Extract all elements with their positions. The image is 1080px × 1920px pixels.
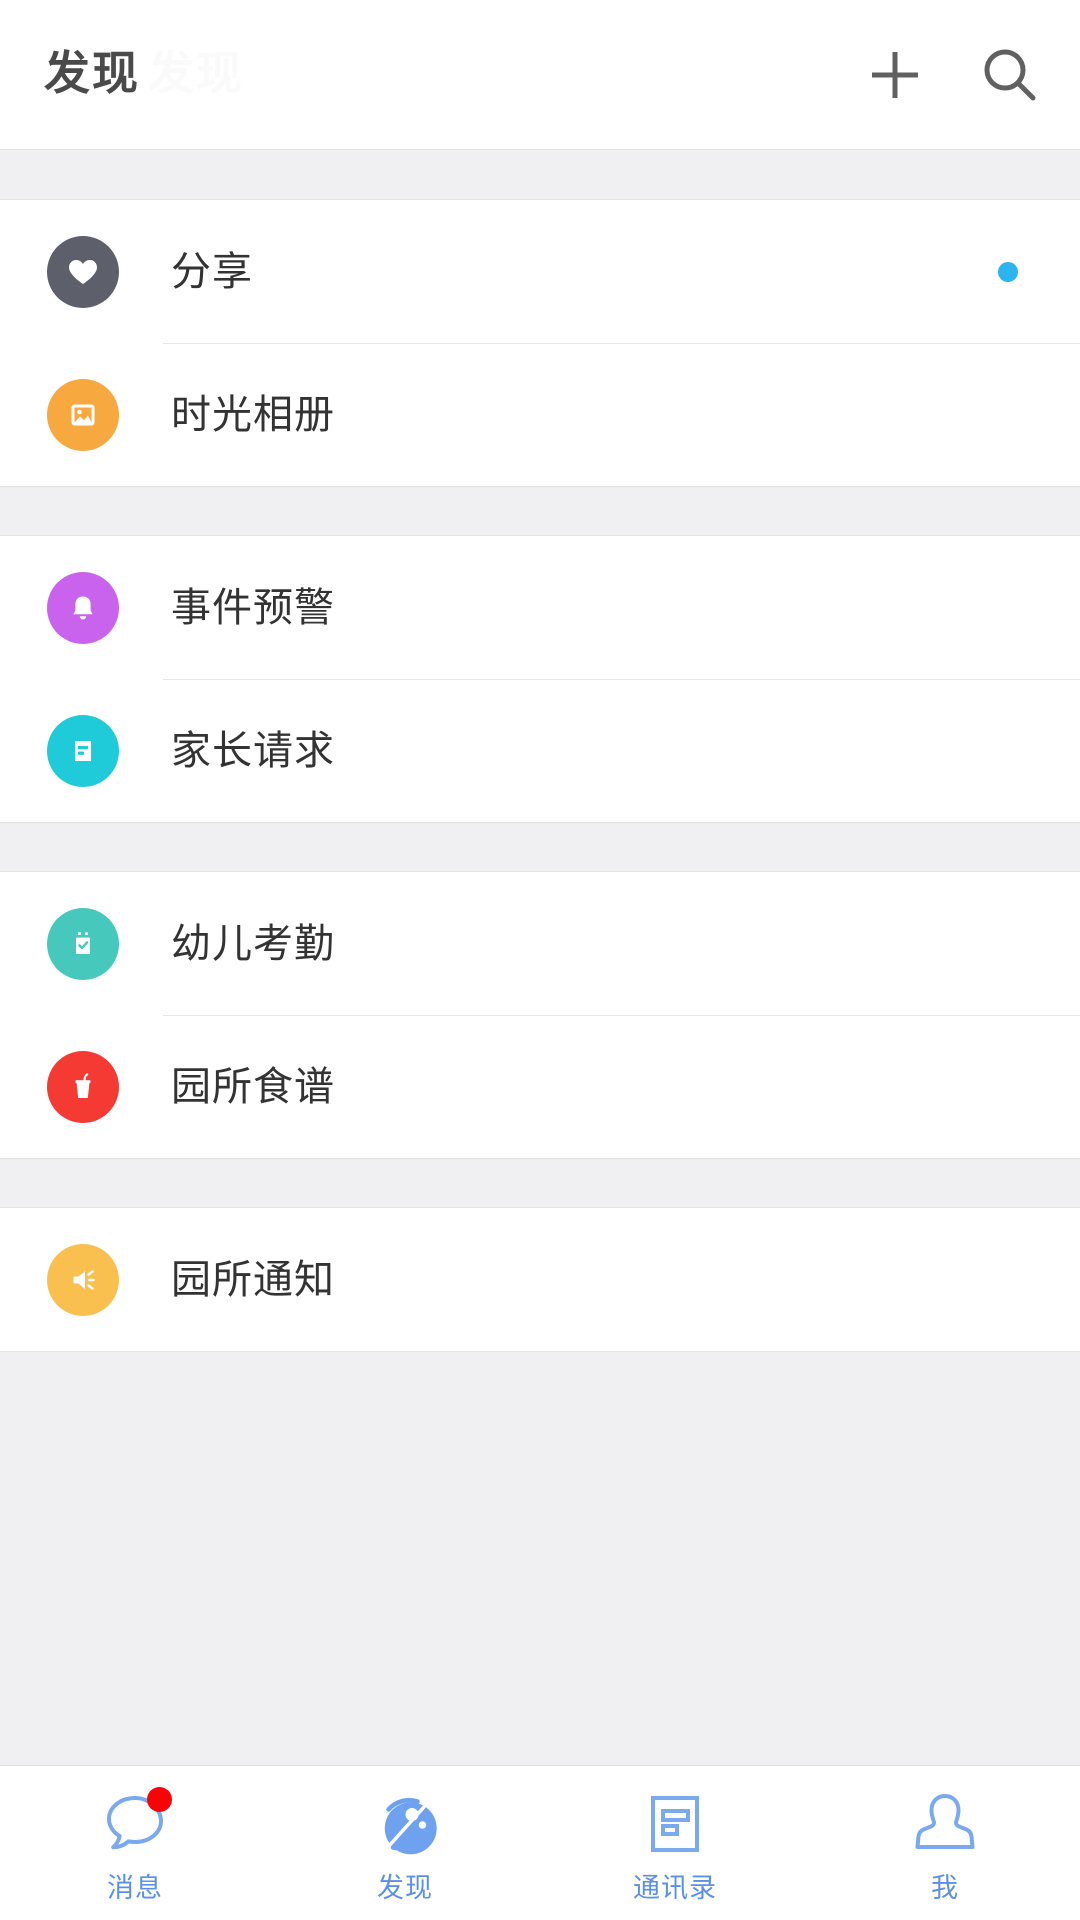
tab-messages[interactable]: 消息 <box>0 1766 270 1920</box>
section-group-2: 事件预警 家长请求 <box>0 536 1080 822</box>
tab-label: 通讯录 <box>633 1872 717 1903</box>
status-badge <box>998 261 1018 282</box>
compass-icon <box>366 1785 444 1863</box>
speaker-icon <box>47 1243 119 1316</box>
list-item-label: 家长请求 <box>171 728 335 773</box>
section-gap <box>0 1158 1080 1208</box>
list-item-menu[interactable]: 园所食谱 <box>0 1015 1080 1158</box>
list-item-label: 园所通知 <box>171 1257 335 1302</box>
plus-icon[interactable] <box>864 44 926 106</box>
page-title: 发现 <box>44 46 140 99</box>
discover-list: 分享 时光相册 事件预警 家长请求 幼儿考勤 园所食谱 园所通知 <box>0 150 1080 1765</box>
tab-discover[interactable]: 发现 <box>270 1766 540 1920</box>
list-item-notice[interactable]: 园所通知 <box>0 1208 1080 1351</box>
list-item-attendance[interactable]: 幼儿考勤 <box>0 872 1080 1015</box>
list-item-parent-request[interactable]: 家长请求 <box>0 679 1080 822</box>
list-item-label: 事件预警 <box>171 585 335 630</box>
clipboard-check-icon <box>47 907 119 980</box>
section-group-4: 园所通知 <box>0 1208 1080 1351</box>
section-group-3: 幼儿考勤 园所食谱 <box>0 872 1080 1158</box>
list-item-event-alert[interactable]: 事件预警 <box>0 536 1080 679</box>
tab-label: 发现 <box>377 1872 433 1903</box>
bottom-tab-bar: 消息 发现 通讯录 我 <box>0 1765 1080 1920</box>
header-watermark: 发现 <box>148 46 244 99</box>
list-item-label: 幼儿考勤 <box>171 921 335 966</box>
unread-badge <box>147 1786 172 1812</box>
search-icon[interactable] <box>978 44 1040 106</box>
list-item-label: 园所食谱 <box>171 1064 335 1109</box>
bottom-filler <box>0 1351 1080 1499</box>
heart-icon <box>47 235 119 308</box>
section-gap <box>0 150 1080 200</box>
header-actions <box>864 44 1040 106</box>
tab-label: 我 <box>931 1872 959 1903</box>
tab-me[interactable]: 我 <box>810 1766 1080 1920</box>
page-header: 发现 发现 <box>0 0 1080 150</box>
photo-icon <box>47 378 119 451</box>
app-screen: 发现 发现 分享 时光相册 事件预警 家长请求 幼儿考勤 园所食谱 园所通知 消… <box>0 0 1080 1920</box>
list-item-share[interactable]: 分享 <box>0 200 1080 343</box>
section-gap <box>0 822 1080 872</box>
tab-label: 消息 <box>107 1872 163 1903</box>
list-item-label: 时光相册 <box>171 392 335 437</box>
contacts-icon <box>636 1785 714 1863</box>
tab-contacts[interactable]: 通讯录 <box>540 1766 810 1920</box>
section-gap <box>0 486 1080 536</box>
person-icon <box>906 1785 984 1863</box>
bell-icon <box>47 571 119 644</box>
section-group-1: 分享 时光相册 <box>0 200 1080 486</box>
chat-bubble-icon <box>96 1785 174 1863</box>
drink-cup-icon <box>47 1050 119 1123</box>
list-item-album[interactable]: 时光相册 <box>0 343 1080 486</box>
list-item-label: 分享 <box>171 249 253 294</box>
document-icon <box>47 714 119 787</box>
